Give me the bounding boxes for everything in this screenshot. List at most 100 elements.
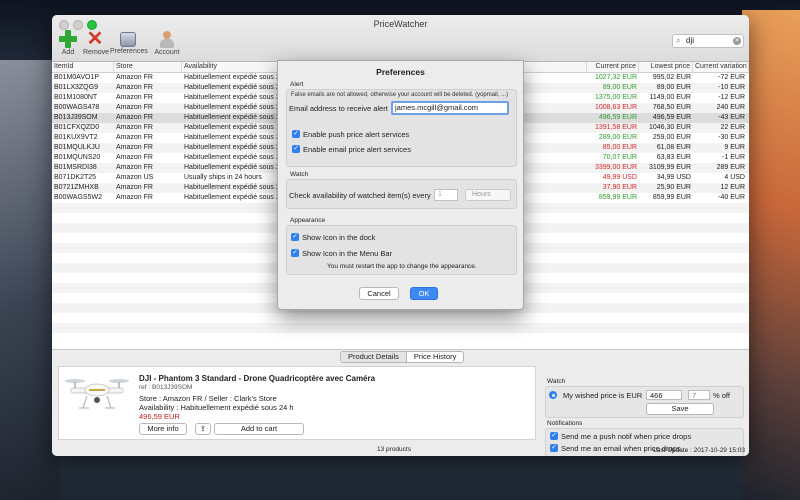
cell-lowest-price: 1149,00 EUR	[649, 94, 691, 101]
preferences-button[interactable]: Preferences	[110, 30, 148, 56]
cell-itemid: B01LX3ZQG9	[54, 84, 98, 91]
cell-store: Amazon FR	[116, 194, 153, 201]
availability-text: Habituellement expédié sous 2	[184, 154, 280, 161]
cell-itemid: B01MSRDI38	[54, 164, 97, 171]
clear-search-icon[interactable]: ✕	[733, 37, 741, 45]
cell-current-price: 37,90 EUR	[602, 184, 637, 191]
share-button[interactable]: ⇪	[195, 423, 211, 435]
watch-section-label: Watch	[547, 378, 566, 385]
cell-variation: 9 EUR	[724, 144, 745, 151]
cell-store: Amazon FR	[116, 104, 153, 111]
save-button[interactable]: Save	[646, 403, 714, 415]
cancel-button[interactable]: Cancel	[359, 287, 399, 300]
window-title: PriceWatcher	[373, 19, 428, 29]
cell-lowest-price: 768,50 EUR	[652, 104, 691, 111]
email-input[interactable]: james.mcgill@gmail.com	[391, 101, 509, 115]
account-button[interactable]: Account	[149, 30, 185, 56]
column-lowest-price[interactable]: Lowest price	[639, 62, 693, 72]
details-panel: Product Details Price History DJI - Phan…	[52, 349, 749, 456]
email-notif-checkbox[interactable]: ✓	[550, 444, 558, 452]
watch-box: My wished price is EUR 466 7 % off Save	[545, 386, 744, 418]
last-update: Last Update : 2017-10-29 15:03	[653, 447, 745, 454]
availability-text: Habituellement expédié sous 2	[184, 74, 280, 81]
percent-off-input[interactable]: 7	[688, 390, 710, 400]
cell-itemid: B0721ZMHXB	[54, 184, 99, 191]
more-info-button[interactable]: More info	[139, 423, 187, 435]
wished-price-input[interactable]: 466	[646, 390, 682, 400]
wished-price-label: My wished price is EUR	[563, 391, 643, 400]
cell-itemid: B00WAGS478	[54, 104, 100, 111]
cell-variation: -40 EUR	[718, 194, 745, 201]
search-input[interactable]: dji	[686, 35, 694, 47]
check-label: Check availability of watched item(s) ev…	[289, 191, 431, 200]
tab-price-history[interactable]: Price History	[407, 352, 464, 362]
email-alert-label: Enable email price alert services	[303, 145, 411, 154]
push-notif-checkbox[interactable]: ✓	[550, 432, 558, 440]
product-title: DJI - Phantom 3 Standard - Drone Quadric…	[139, 374, 376, 383]
table-row-empty	[52, 313, 749, 323]
availability-text: Habituellement expédié sous 2	[184, 194, 280, 201]
column-current-price[interactable]: Current price	[587, 62, 639, 72]
details-tabs: Product Details Price History	[340, 351, 465, 363]
dock-icon-checkbox[interactable]: ✓	[291, 233, 299, 241]
menubar-icon-checkbox[interactable]: ✓	[291, 249, 299, 257]
tab-product-details[interactable]: Product Details	[341, 352, 407, 362]
cell-current-price: 1391,58 EUR	[594, 124, 637, 131]
push-alert-checkbox[interactable]: ✓	[292, 130, 300, 138]
search-field[interactable]: ⌕ dji ✕	[672, 34, 744, 48]
alert-box: False emails are not allowed, otherwise …	[286, 89, 517, 167]
cell-variation: 22 EUR	[720, 124, 745, 131]
remove-button[interactable]: ✕ Remove	[83, 28, 110, 56]
account-icon	[158, 30, 176, 48]
appearance-box: ✓ Show Icon in the dock ✓ Show Icon in t…	[286, 225, 517, 275]
remove-label: Remove	[83, 49, 110, 56]
product-ref: ref : B013J39SOM	[139, 384, 193, 391]
table-row-empty	[52, 323, 749, 333]
cell-current-price: 3399,00 EUR	[594, 164, 637, 171]
cell-lowest-price: 995,02 EUR	[652, 74, 691, 81]
cell-current-price: 1008,63 EUR	[594, 104, 637, 111]
product-store: Store : Amazon FR / Seller : Clark's Sto…	[139, 394, 277, 403]
product-availability: Availability : Habituellement expédié so…	[139, 403, 294, 412]
wished-price-radio[interactable]	[549, 391, 557, 399]
add-button[interactable]: Add	[56, 30, 80, 56]
availability-text: Habituellement expédié sous 2	[184, 164, 280, 171]
cell-variation: -72 EUR	[718, 74, 745, 81]
cell-store: Amazon FR	[116, 184, 153, 191]
cell-lowest-price: 859,99 EUR	[652, 194, 691, 201]
cell-lowest-price: 89,00 EUR	[656, 84, 691, 91]
check-interval-input[interactable]: 1	[434, 189, 458, 201]
titlebar: PriceWatcher Add ✕ Remove Preferences Ac…	[52, 15, 749, 62]
cell-current-price: 1027,32 EUR	[594, 74, 637, 81]
column-variation[interactable]: Current variation	[693, 62, 749, 72]
email-alert-checkbox[interactable]: ✓	[292, 145, 300, 153]
percent-off-label: % off	[713, 391, 730, 400]
cell-lowest-price: 34,99 USD	[656, 174, 691, 181]
cell-lowest-price: 61,08 EUR	[656, 144, 691, 151]
column-store[interactable]: Store	[114, 62, 182, 72]
ok-button[interactable]: OK	[410, 287, 438, 300]
notifications-section-label: Notifications	[547, 420, 583, 427]
cell-variation: 240 EUR	[716, 104, 745, 111]
product-price: 496,59 EUR	[139, 412, 180, 421]
add-to-cart-button[interactable]: Add to cart	[214, 423, 304, 435]
preferences-label: Preferences	[110, 48, 148, 55]
preferences-icon	[120, 32, 136, 47]
cell-store: Amazon FR	[116, 84, 153, 91]
cell-itemid: B00WAGS5W2	[54, 194, 102, 201]
cell-store: Amazon US	[116, 174, 154, 181]
cell-variation: 4 USD	[724, 174, 745, 181]
cell-current-price: 859,99 EUR	[598, 194, 637, 201]
remove-icon: ✕	[86, 28, 104, 50]
availability-text: Habituellement expédié sous 2	[184, 114, 280, 121]
cell-itemid: B013J39SOM	[54, 114, 98, 121]
check-unit-select[interactable]: Hours	[465, 189, 511, 201]
column-itemid[interactable]: ItemId	[52, 62, 114, 72]
cell-variation: -12 EUR	[718, 94, 745, 101]
push-notif-label: Send me a push notif when price drops	[561, 432, 692, 441]
cell-store: Amazon FR	[116, 154, 153, 161]
email-label: Email address to receive alert	[289, 104, 388, 113]
availability-text: Habituellement expédié sous 2	[184, 84, 280, 91]
dock-icon-label: Show Icon in the dock	[302, 233, 376, 242]
table-row-empty	[52, 333, 749, 343]
